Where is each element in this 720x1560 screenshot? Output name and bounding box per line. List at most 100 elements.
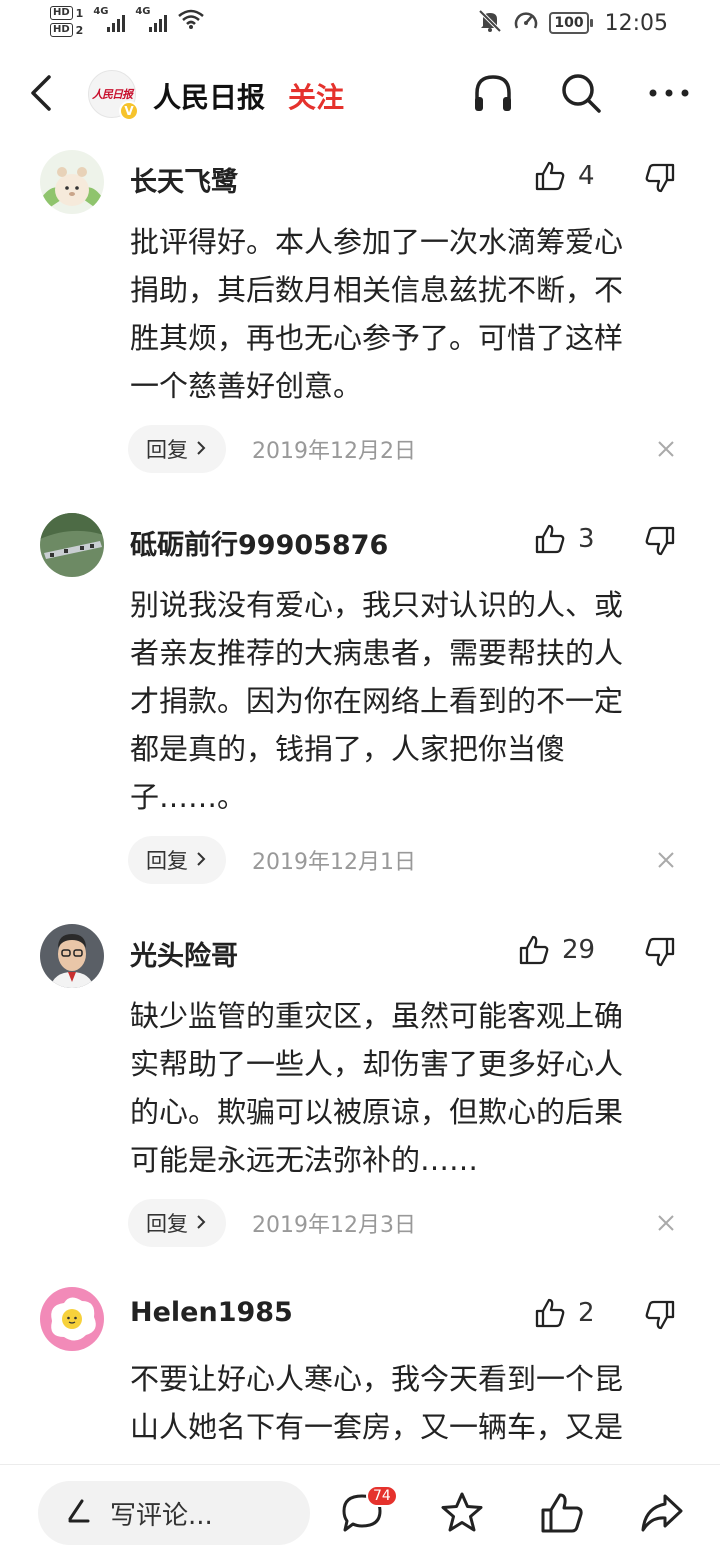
chevron-right-icon xyxy=(196,437,206,461)
comment-date: 2019年12月1日 xyxy=(252,850,416,875)
net2-label: 4G xyxy=(135,6,151,17)
pen-icon xyxy=(64,1497,92,1529)
close-button[interactable] xyxy=(650,844,682,876)
brand-name[interactable]: 人民日报 xyxy=(153,76,265,116)
hd2-indicator: HD 2 xyxy=(50,23,83,37)
hd1-indicator: HD 1 xyxy=(50,6,83,20)
hd1-label: HD xyxy=(50,6,73,20)
username[interactable]: 长天飞鹭 xyxy=(130,160,238,199)
like-button[interactable]: 2 xyxy=(534,1291,595,1335)
like-button[interactable]: 3 xyxy=(534,517,595,561)
back-button[interactable] xyxy=(20,70,60,116)
star-icon xyxy=(441,1492,483,1532)
net1-label: 4G xyxy=(93,6,109,17)
reply-label: 回复 xyxy=(146,438,188,462)
comment-placeholder: 写评论... xyxy=(110,1500,213,1531)
chevron-right-icon xyxy=(196,1211,206,1235)
hd1-sub: 1 xyxy=(75,6,84,20)
comment-line: 实帮助了一些人，却伤害了更多好心人 xyxy=(130,1047,624,1081)
dislike-button[interactable] xyxy=(640,932,680,972)
verified-badge-icon: V xyxy=(119,101,139,121)
listen-button[interactable] xyxy=(468,68,518,118)
comment-text: 不要让好心人寒心，我今天看到一个昆 山人她名下有一套房，又一辆车，又是 xyxy=(130,1355,680,1451)
follow-button[interactable]: 关注 xyxy=(288,76,344,116)
favorite-button[interactable] xyxy=(432,1483,492,1543)
bottom-bar: 写评论... 74 xyxy=(0,1464,720,1560)
clock: 12:05 xyxy=(604,10,668,36)
brand-logo: 人民日报 xyxy=(92,88,133,101)
status-bar: HD 1 HD 2 4G 4G 100 12:05 xyxy=(0,0,720,50)
comment-meta: 回复 2019年12月1日 xyxy=(128,836,416,884)
comment-line: 捐助，其后数月相关信息兹扰不断，不 xyxy=(130,273,624,307)
status-left: HD 1 HD 2 4G 4G xyxy=(50,6,205,37)
comment-line: 一个慈善好创意。 xyxy=(130,369,363,403)
like-button[interactable]: 29 xyxy=(518,928,595,972)
thumbs-down-icon xyxy=(645,937,675,967)
chevron-right-icon xyxy=(196,848,206,872)
hd2-sub: 2 xyxy=(75,23,84,37)
header: 人民日报 V 人民日报 关注 xyxy=(0,60,720,126)
search-button[interactable] xyxy=(556,68,606,118)
hd-indicators: HD 1 HD 2 xyxy=(50,6,83,37)
comment-meta: 回复 2019年12月2日 xyxy=(128,425,416,473)
more-icon xyxy=(649,89,689,97)
mute-bell-icon xyxy=(477,8,503,38)
username[interactable]: 光头险哥 xyxy=(130,934,238,973)
back-icon xyxy=(31,75,51,111)
wifi-icon xyxy=(177,8,205,34)
battery-level: 100 xyxy=(554,15,584,31)
battery-icon: 100 xyxy=(549,12,593,34)
share-icon xyxy=(641,1494,683,1532)
avatar[interactable] xyxy=(40,150,104,214)
like-count: 2 xyxy=(578,1298,595,1328)
signal-icon-2: 4G xyxy=(135,6,168,32)
like-count: 29 xyxy=(562,935,596,965)
thumbs-down-icon xyxy=(645,526,675,556)
comment-line: 可能是永远无法弥补的…… xyxy=(130,1143,479,1177)
comment-meta: 回复 2019年12月3日 xyxy=(128,1199,416,1247)
comment-line: 胜其烦，再也无心参予了。可惜了这样 xyxy=(130,321,624,355)
close-button[interactable] xyxy=(650,433,682,465)
comment-line: 的心。欺骗可以被原谅，但欺心的后果 xyxy=(130,1095,624,1129)
brand-avatar[interactable]: 人民日报 V xyxy=(88,70,139,121)
reply-button[interactable]: 回复 xyxy=(128,1199,226,1247)
thumbs-down-icon xyxy=(645,163,675,193)
reply-button[interactable]: 回复 xyxy=(128,836,226,884)
avatar[interactable] xyxy=(40,924,104,988)
comment-date: 2019年12月3日 xyxy=(252,1213,416,1238)
thumbs-up-icon xyxy=(541,1493,583,1533)
more-button[interactable] xyxy=(644,68,694,118)
thumbs-down-icon xyxy=(645,1300,675,1330)
dislike-button[interactable] xyxy=(640,158,680,198)
like-article-button[interactable] xyxy=(532,1483,592,1543)
status-right: 100 12:05 xyxy=(477,8,668,38)
share-button[interactable] xyxy=(632,1483,692,1543)
thumbs-up-icon xyxy=(519,935,549,965)
comment-text: 缺少监管的重灾区，虽然可能客观上确 实帮助了一些人，却伤害了更多好心人 的心。欺… xyxy=(130,992,680,1184)
signal-icon: 4G xyxy=(93,6,126,32)
dislike-button[interactable] xyxy=(640,521,680,561)
like-count: 4 xyxy=(578,161,595,191)
thumbs-up-icon xyxy=(535,1298,565,1328)
avatar[interactable] xyxy=(40,1287,104,1351)
reply-button[interactable]: 回复 xyxy=(128,425,226,473)
close-icon xyxy=(658,1215,674,1231)
like-count: 3 xyxy=(578,524,595,554)
close-icon xyxy=(658,852,674,868)
comment-line: 不要让好心人寒心，我今天看到一个昆 xyxy=(130,1362,624,1396)
like-button[interactable]: 4 xyxy=(534,154,595,198)
reply-label: 回复 xyxy=(146,1212,188,1236)
comment-line: 子……。 xyxy=(130,780,247,814)
comment-line: 者亲友推荐的大病患者，需要帮扶的人 xyxy=(130,636,624,670)
comment-line: 都是真的，钱捐了，人家把你当傻 xyxy=(130,732,566,766)
thumbs-up-icon xyxy=(535,524,565,554)
avatar[interactable] xyxy=(40,513,104,577)
comment-date: 2019年12月2日 xyxy=(252,439,416,464)
close-button[interactable] xyxy=(650,1207,682,1239)
username[interactable]: Helen1985 xyxy=(130,1297,293,1328)
comment-line: 批评得好。本人参加了一次水滴筹爱心 xyxy=(130,225,624,259)
dislike-button[interactable] xyxy=(640,1295,680,1335)
comment-input[interactable]: 写评论... xyxy=(38,1481,310,1545)
comment-count-badge: 74 xyxy=(366,1485,398,1507)
username[interactable]: 砥砺前行99905876 xyxy=(130,523,388,562)
